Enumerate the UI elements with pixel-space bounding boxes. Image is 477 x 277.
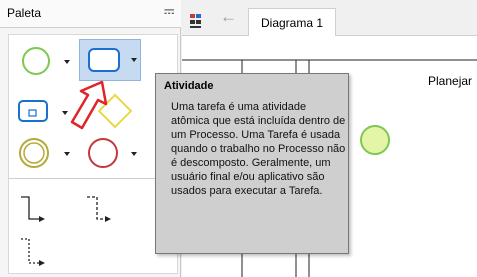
start-event-tool[interactable] xyxy=(19,43,79,79)
palette-header: Paleta 𝌁 xyxy=(0,0,181,28)
tab-label: Diagrama 1 xyxy=(261,16,324,30)
back-arrow-icon[interactable]: ← xyxy=(220,7,237,27)
chevron-down-icon[interactable] xyxy=(131,152,137,156)
palette-separator xyxy=(9,178,177,179)
tab-bar: ← Diagrama 1 xyxy=(182,0,477,36)
tooltip-title: Atividade xyxy=(164,80,214,92)
lane-label: Planejar xyxy=(428,74,473,88)
tooltip: Atividade Uma tarefa é uma atividade atô… xyxy=(155,73,349,254)
tab-diagrama-1[interactable]: Diagrama 1 xyxy=(248,8,337,36)
chevron-down-icon[interactable] xyxy=(64,152,70,156)
intermediate-event-tool[interactable] xyxy=(17,135,77,171)
chevron-down-icon[interactable] xyxy=(64,60,70,64)
start-event-shape[interactable] xyxy=(358,123,392,157)
sequence-flow-tool[interactable] xyxy=(19,191,49,225)
association-icon xyxy=(21,238,45,266)
circle-red-icon xyxy=(88,138,118,168)
circle-green-icon xyxy=(22,47,50,75)
rounded-rect-icon xyxy=(88,48,120,72)
palette-panel: Paleta 𝌁 xyxy=(0,0,181,277)
circle-double-icon xyxy=(19,138,49,168)
message-flow-icon xyxy=(87,196,111,222)
chevron-down-icon[interactable] xyxy=(131,58,137,62)
tooltip-body: Uma tarefa é uma atividade atômica que e… xyxy=(171,101,346,197)
sequence-flow-icon xyxy=(21,196,45,222)
app-window: Paleta 𝌁 ← Diagrama 1 Planejar Atividade… xyxy=(0,0,477,277)
palette-tools xyxy=(8,34,178,274)
pin-icon[interactable]: 𝌁 xyxy=(163,4,175,20)
association-tool[interactable] xyxy=(19,233,49,271)
message-flow-tool[interactable] xyxy=(85,191,117,225)
end-event-tool[interactable] xyxy=(85,135,145,171)
pointer-arrow-icon xyxy=(70,80,108,130)
subprocess-icon xyxy=(18,100,48,122)
task-tool[interactable] xyxy=(79,39,141,81)
grid-view-icon[interactable] xyxy=(187,10,209,32)
palette-title: Paleta xyxy=(7,6,42,20)
